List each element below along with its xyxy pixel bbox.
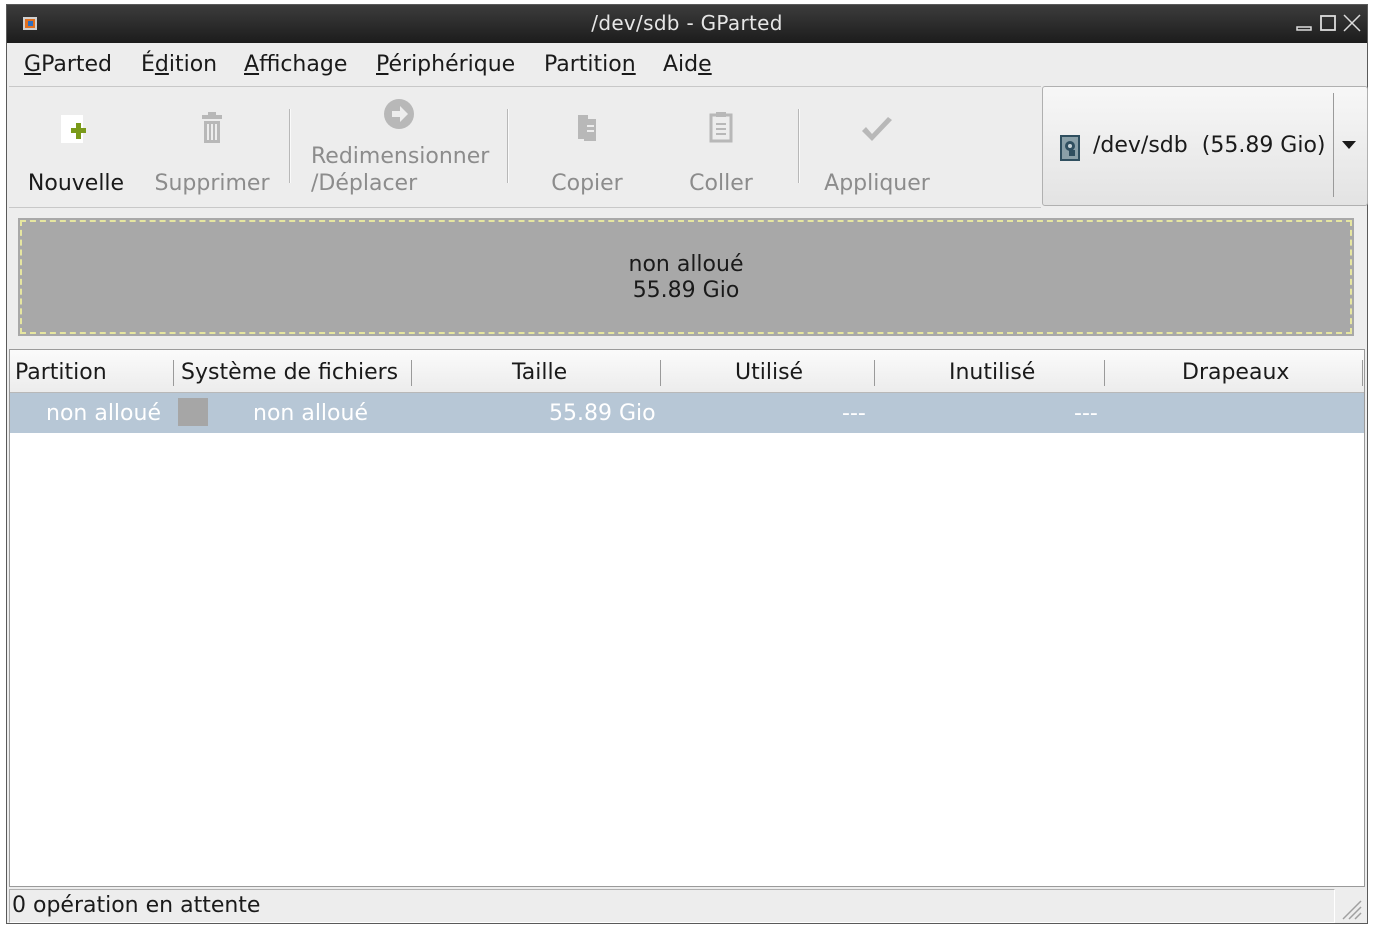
window-title: /dev/sdb - GParted [591,11,783,35]
device-selector-separator [1333,93,1334,197]
copy-label: Copier [551,171,623,196]
cell-filesystem: non alloué [253,401,368,426]
resize-move-icon [384,99,414,129]
close-icon[interactable] [1341,11,1363,35]
copy-button[interactable]: Copier [529,87,645,207]
title-bar[interactable]: /dev/sdb - GParted [7,5,1367,43]
menu-mnemonic-letter: e [698,52,712,77]
paste-button[interactable]: Coller [663,87,779,207]
paste-icon [709,112,733,143]
maximize-icon[interactable] [1317,11,1339,35]
apply-label: Appliquer [824,171,930,196]
menu-mnemonic-letter: d [154,52,169,77]
cell-unused: --- [1074,401,1098,426]
new-partition-label: Nouvelle [27,171,125,196]
cell-used: --- [842,401,866,426]
menu-aide[interactable]: Aide [663,52,712,77]
disk-map: non alloué 55.89 Gio [9,213,1365,343]
new-partition-icon [61,115,86,143]
partition-list-header: Partition Système de fichiers Taille Uti… [10,350,1364,393]
device-name: /dev/sdb [1093,133,1188,158]
gparted-window: /dev/sdb - GParted GParted Édition Affic… [6,4,1368,924]
column-divider[interactable] [1104,360,1105,386]
unallocated-label: non alloué [628,252,744,277]
copy-icon [578,115,596,141]
column-divider[interactable] [1362,360,1363,386]
paste-label: Coller [689,171,753,196]
menu-gparted[interactable]: GParted [24,52,112,77]
menu-mnemonic-letter: P [376,52,389,77]
column-header-partition[interactable]: Partition [15,360,107,385]
menu-affichage[interactable]: Affichage [244,52,347,77]
column-header-unused[interactable]: Inutilisé [949,360,1035,385]
unallocated-size: 55.89 Gio [632,278,740,303]
column-header-size[interactable]: Taille [512,360,567,385]
pending-operations-status: 0 opération en attente [12,893,261,918]
column-divider[interactable] [874,360,875,386]
column-divider[interactable] [173,360,174,386]
status-bar: 0 opération en attente [9,889,1365,923]
toolbar-separator [798,109,800,183]
cell-partition: non alloué [46,401,161,426]
toolbar-separator [507,109,509,183]
delete-partition-button[interactable]: Supprimer [149,87,275,207]
menu-mnemonic-letter: n [621,52,636,77]
dropdown-arrow-icon[interactable] [1341,139,1357,151]
column-header-filesystem[interactable]: Système de fichiers [181,360,398,385]
toolbar-separator [289,109,291,183]
column-header-flags[interactable]: Drapeaux [1182,360,1289,385]
resize-move-button[interactable]: Redimensionner /Déplacer [305,87,493,207]
hard-disk-icon [1060,135,1080,161]
toolbar: Nouvelle Supprimer Redimensionner /Dépla… [9,86,1041,208]
column-divider[interactable] [660,360,661,386]
device-selector[interactable]: /dev/sdb (55.89 Gio) [1042,86,1368,206]
partition-list: Partition Système de fichiers Taille Uti… [9,349,1365,887]
minimize-icon[interactable] [1293,11,1315,35]
device-size: (55.89 Gio) [1201,133,1326,158]
column-divider[interactable] [411,360,412,386]
table-row[interactable]: non alloué non alloué 55.89 Gio --- --- [10,393,1364,433]
trash-icon [202,112,222,143]
resize-move-label-1: Redimensionner [311,144,490,169]
unallocated-block[interactable]: non alloué 55.89 Gio [18,218,1354,336]
menu-peripherique[interactable]: Périphérique [376,52,515,77]
apply-button[interactable]: Appliquer [815,87,939,207]
column-header-used[interactable]: Utilisé [735,360,803,385]
menu-partition[interactable]: Partition [544,52,636,77]
menu-mnemonic-letter: A [244,52,260,77]
checkmark-icon [862,117,892,141]
menu-mnemonic-letter: G [24,52,42,77]
delete-partition-label: Supprimer [154,171,270,196]
cell-size: 55.89 Gio [549,401,656,426]
filesystem-color-swatch [178,398,208,426]
resize-move-label-2: /Déplacer [311,171,418,196]
device-selector-text: /dev/sdb (55.89 Gio) [1093,133,1326,158]
menu-bar: GParted Édition Affichage Périphérique P… [7,45,1367,85]
resize-grip-icon[interactable] [1337,895,1363,921]
menu-edition[interactable]: Édition [141,52,217,77]
new-partition-button[interactable]: Nouvelle [21,87,131,207]
